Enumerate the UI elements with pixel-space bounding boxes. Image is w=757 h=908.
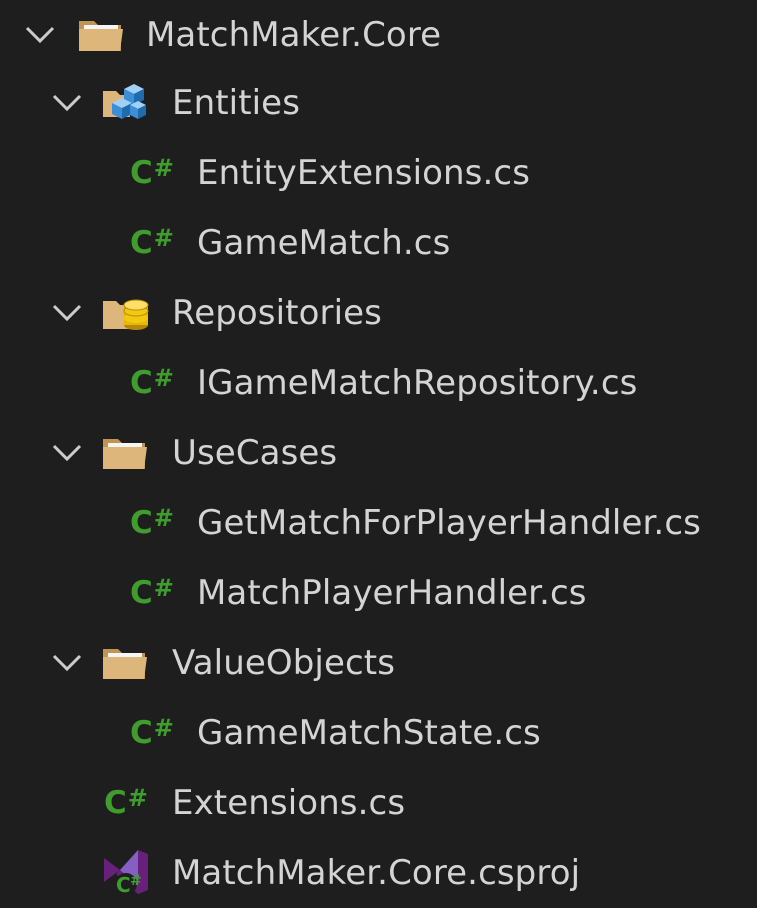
tree-item-entities[interactable]: Entities [0, 68, 757, 138]
tree-item-label: ValueObjects [172, 643, 396, 683]
tree-item-label: MatchMaker.Core.csproj [172, 853, 581, 893]
tree-item-matchmaker-core[interactable]: MatchMaker.Core [0, 0, 757, 70]
tree-item-label: UseCases [172, 433, 338, 473]
folder-open-icon [79, 21, 123, 51]
csharp-file-icon: C# [130, 364, 174, 401]
tree-item-label: IGameMatchRepository.cs [197, 363, 638, 403]
csproj-file-icon: C # [104, 850, 148, 896]
tree-item-matchmaker-core-csproj[interactable]: C # MatchMaker.Core.csproj [0, 838, 757, 908]
tree-item-label: EntityExtensions.cs [197, 153, 531, 193]
chevron-down-icon[interactable] [49, 295, 85, 331]
tree-item-getmatchforplayerhandler-cs[interactable]: C# GetMatchForPlayerHandler.cs [0, 488, 757, 558]
folder-open-icon [103, 439, 147, 469]
tree-item-label: MatchMaker.Core [146, 15, 442, 55]
tree-item-label: Extensions.cs [172, 783, 406, 823]
csharp-file-icon: C# [130, 224, 174, 261]
entities-cubes-folder-icon [103, 84, 146, 119]
tree-item-label: GameMatch.cs [197, 223, 451, 263]
tree-item-extensions-cs[interactable]: C# Extensions.cs [0, 768, 757, 838]
chevron-down-icon[interactable] [49, 645, 85, 681]
tree-item-label: Repositories [172, 293, 382, 333]
chevron-down-icon[interactable] [49, 85, 85, 121]
tree-item-usecases[interactable]: UseCases [0, 418, 757, 488]
csharp-file-icon: C# [130, 504, 174, 541]
tree-item-gamematch-cs[interactable]: C# GameMatch.cs [0, 208, 757, 278]
folder-open-icon [103, 649, 147, 679]
tree-item-valueobjects[interactable]: ValueObjects [0, 628, 757, 698]
tree-item-label: MatchPlayerHandler.cs [197, 573, 587, 613]
csharp-file-icon: C# [130, 574, 174, 611]
csharp-file-icon: C# [104, 784, 148, 821]
tree-item-igamematchrepository-cs[interactable]: C# IGameMatchRepository.cs [0, 348, 757, 418]
tree-item-repositories[interactable]: Repositories [0, 278, 757, 348]
tree-item-entityextensions-cs[interactable]: C# EntityExtensions.cs [0, 138, 757, 208]
tree-item-gamematchstate-cs[interactable]: C# GameMatchState.cs [0, 698, 757, 768]
csharp-file-icon: C# [130, 154, 174, 191]
chevron-down-icon[interactable] [49, 435, 85, 471]
repository-database-folder-icon [103, 299, 149, 330]
svg-text:#: # [130, 873, 142, 889]
tree-item-label: GetMatchForPlayerHandler.cs [197, 503, 701, 543]
tree-item-matchplayerhandler-cs[interactable]: C# MatchPlayerHandler.cs [0, 558, 757, 628]
svg-text:C: C [116, 873, 131, 896]
tree-item-label: Entities [172, 83, 301, 123]
solution-explorer-tree: MatchMaker.Core Entities C# EntityExtens… [0, 0, 757, 906]
tree-item-label: GameMatchState.cs [197, 713, 541, 753]
csharp-file-icon: C# [130, 714, 174, 751]
chevron-down-icon[interactable] [22, 17, 58, 53]
